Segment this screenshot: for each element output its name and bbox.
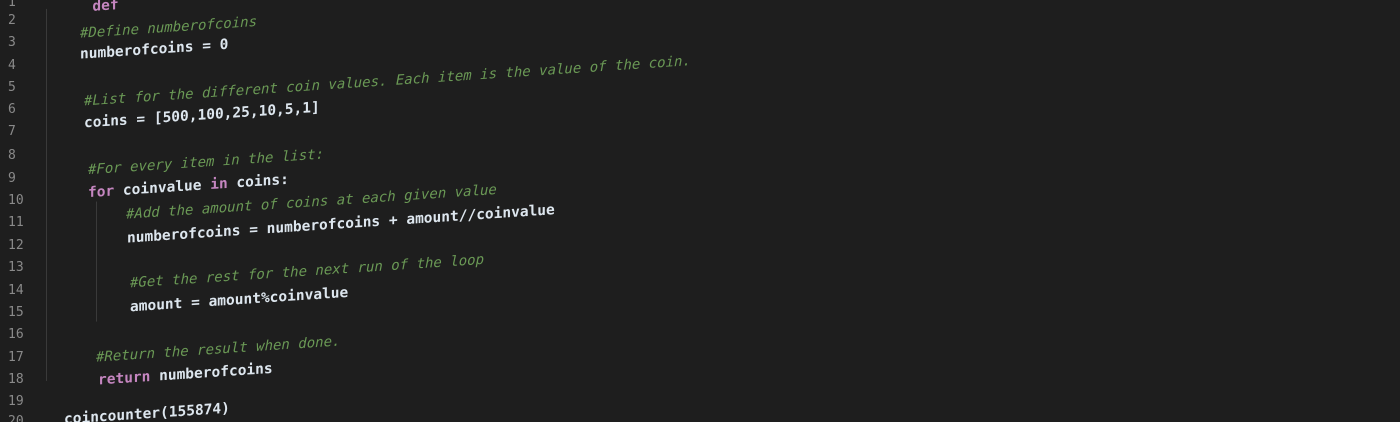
code-line-17: #Return the result when done. xyxy=(96,333,341,366)
code-line-20: coincounter(155874) xyxy=(64,400,230,422)
return-keyword: return xyxy=(98,369,151,389)
code-editor[interactable]: 1 2 3 4 5 6 7 8 9 10 11 12 13 14 15 16 1… xyxy=(0,0,1400,422)
code-line-6: #List for the different coin values. Eac… xyxy=(84,53,691,110)
indent-guide xyxy=(46,8,47,381)
return-value: numberofcoins xyxy=(150,360,273,386)
loop-variable: coinvalue xyxy=(114,177,211,200)
in-keyword: in xyxy=(210,175,228,194)
loop-iterable: coins: xyxy=(227,171,289,192)
for-keyword: for xyxy=(88,183,115,202)
indent-guide xyxy=(96,201,97,322)
code-text-area[interactable]: def #Define numberofcoins numberofcoins … xyxy=(0,0,1400,422)
def-keyword: def xyxy=(92,0,119,15)
